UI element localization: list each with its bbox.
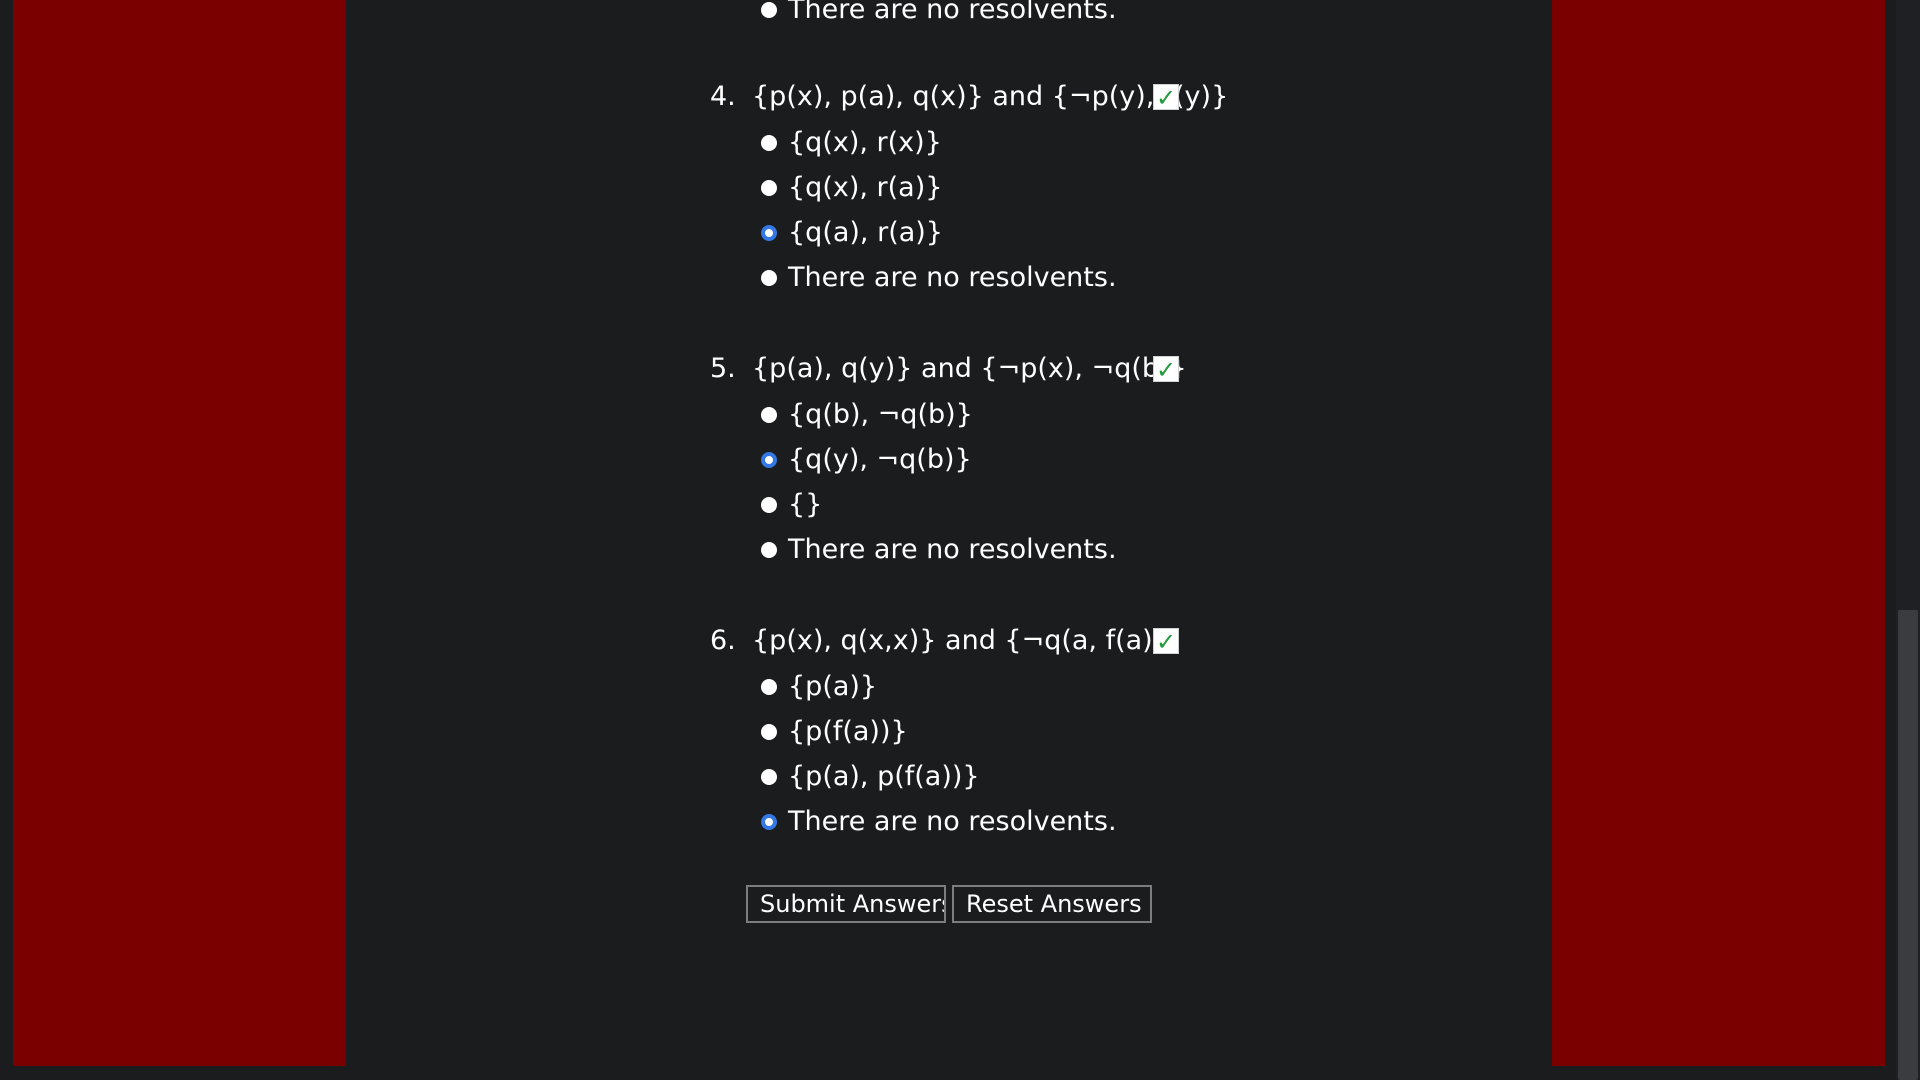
option-label: {q(y), ¬q(b)} xyxy=(788,444,972,475)
radio-button[interactable] xyxy=(761,135,777,151)
option-label: There are no resolvents. xyxy=(788,0,1117,25)
option-label: {q(a), r(a)} xyxy=(788,217,943,248)
radio-button-selected[interactable] xyxy=(761,225,777,241)
question-number: 4. xyxy=(710,81,736,112)
radio-button[interactable] xyxy=(761,407,777,423)
radio-button-selected[interactable] xyxy=(761,814,777,830)
option-q4-3[interactable]: {q(a), r(a)} xyxy=(758,213,1238,253)
right-side-panel xyxy=(1552,0,1885,1066)
option-q5-4[interactable]: There are no resolvents. xyxy=(758,530,1238,570)
option-q6-1[interactable]: {p(a)} xyxy=(758,667,1238,707)
question-4: 4. {p(x), p(a), q(x)} and {¬p(y), r(y)} … xyxy=(710,77,1228,117)
option-q6-3[interactable]: {p(a), p(f(a))} xyxy=(758,757,1238,797)
left-side-panel xyxy=(13,0,346,1066)
option-label: There are no resolvents. xyxy=(788,806,1117,837)
radio-button[interactable] xyxy=(761,2,777,18)
question-5: 5. {p(a), q(y)} and {¬p(x), ¬q(b)} ✓ xyxy=(710,349,1190,389)
option-label: There are no resolvents. xyxy=(788,534,1117,565)
radio-button[interactable] xyxy=(761,542,777,558)
reset-answers-button[interactable]: Reset Answers xyxy=(952,885,1152,923)
question-number: 5. xyxy=(710,353,736,384)
option-label: There are no resolvents. xyxy=(788,262,1117,293)
radio-button[interactable] xyxy=(761,270,777,286)
option-q5-3[interactable]: {} xyxy=(758,485,1238,525)
checkmark-icon: ✓ xyxy=(1153,84,1179,111)
checkmark-icon: ✓ xyxy=(1153,356,1179,383)
question-prompt: {p(a), q(y)} and {¬p(x), ¬q(b)} xyxy=(752,353,1187,384)
option-label: {q(x), r(a)} xyxy=(788,172,943,203)
option-q4-4[interactable]: There are no resolvents. xyxy=(758,258,1238,298)
option-q3-no-resolvents[interactable]: There are no resolvents. xyxy=(758,0,1238,30)
radio-button[interactable] xyxy=(761,180,777,196)
option-label: {} xyxy=(788,489,823,520)
question-prompt: {p(x), q(x,x)} and {¬q(a, f(a))} xyxy=(752,625,1181,656)
option-label: {q(b), ¬q(b)} xyxy=(788,399,973,430)
option-q6-2[interactable]: {p(f(a))} xyxy=(758,712,1238,752)
radio-button-selected[interactable] xyxy=(761,452,777,468)
radio-button[interactable] xyxy=(761,497,777,513)
question-number: 6. xyxy=(710,625,736,656)
option-q4-2[interactable]: {q(x), r(a)} xyxy=(758,168,1238,208)
option-q4-1[interactable]: {q(x), r(x)} xyxy=(758,123,1238,163)
option-q6-4[interactable]: There are no resolvents. xyxy=(758,802,1238,842)
radio-button[interactable] xyxy=(761,679,777,695)
option-q5-2[interactable]: {q(y), ¬q(b)} xyxy=(758,440,1238,480)
option-label: {p(a), p(f(a))} xyxy=(788,761,980,792)
option-q5-1[interactable]: {q(b), ¬q(b)} xyxy=(758,395,1238,435)
radio-button[interactable] xyxy=(761,724,777,740)
scrollbar-thumb[interactable] xyxy=(1898,610,1918,1080)
option-label: {p(f(a))} xyxy=(788,716,908,747)
submit-answers-button[interactable]: Submit Answers xyxy=(746,885,946,923)
option-label: {p(a)} xyxy=(788,671,878,702)
checkmark-icon: ✓ xyxy=(1153,628,1179,655)
quiz-page: There are no resolvents. 4. {p(x), p(a),… xyxy=(0,0,1920,1080)
question-6: 6. {p(x), q(x,x)} and {¬q(a, f(a))} ✓ xyxy=(710,621,1190,661)
option-label: {q(x), r(x)} xyxy=(788,127,942,158)
radio-button[interactable] xyxy=(761,769,777,785)
